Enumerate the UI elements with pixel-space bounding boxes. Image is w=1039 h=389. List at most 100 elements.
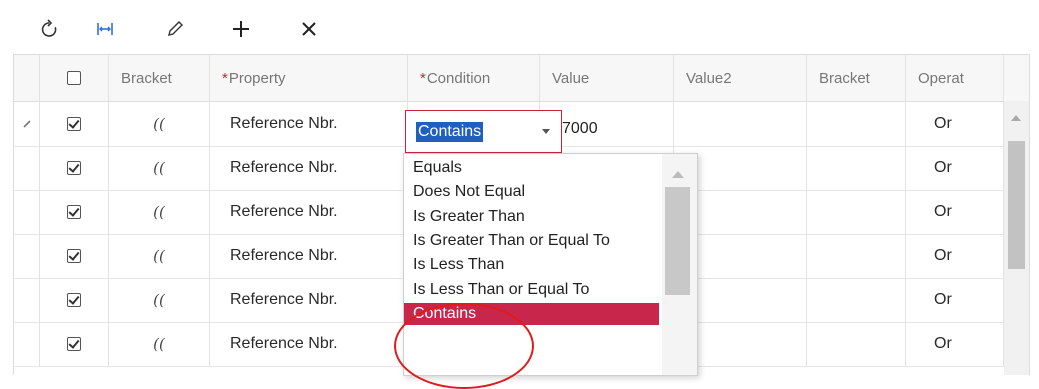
row-indicator xyxy=(14,146,40,190)
cell-bracket-text: (( xyxy=(153,159,165,177)
header-bracket-close[interactable]: Bracket xyxy=(807,55,906,101)
row-select-cell[interactable] xyxy=(40,322,109,366)
delete-icon xyxy=(302,22,316,36)
cell-operator-text: Or xyxy=(934,335,952,352)
scroll-up-icon[interactable] xyxy=(672,171,684,178)
cell-bracket-close[interactable] xyxy=(807,278,906,322)
cell-bracket-text: (( xyxy=(153,291,165,309)
row-select-cell[interactable] xyxy=(40,190,109,234)
refresh-button[interactable] xyxy=(32,12,66,46)
row-indicator xyxy=(14,278,40,322)
dropdown-option[interactable]: Contains xyxy=(404,302,659,325)
add-button[interactable] xyxy=(224,12,258,46)
toolbar xyxy=(0,0,1039,54)
cell-operator[interactable]: Or xyxy=(906,190,1004,234)
cell-property[interactable]: Reference Nbr. xyxy=(210,322,408,366)
header-operator-label: Operat xyxy=(918,69,964,87)
scroll-up-icon[interactable] xyxy=(1011,115,1021,121)
header-value2[interactable]: Value2 xyxy=(674,55,807,101)
row-select-cell[interactable] xyxy=(40,278,109,322)
add-icon xyxy=(233,21,249,37)
header-value[interactable]: Value xyxy=(540,55,674,101)
required-mark: * xyxy=(420,69,426,87)
cell-bracket[interactable]: (( xyxy=(109,234,210,278)
header-bracket[interactable]: Bracket xyxy=(109,55,210,101)
cell-bracket-text: (( xyxy=(153,247,165,265)
dropdown-option[interactable]: Equals xyxy=(404,157,659,179)
cell-operator-text: Or xyxy=(934,115,952,132)
cell-bracket-close[interactable] xyxy=(807,146,906,190)
header-property[interactable]: * Property xyxy=(210,55,408,101)
dropdown-option[interactable]: Is Greater Than xyxy=(404,206,659,228)
grid-scrollbar-thumb[interactable] xyxy=(1008,141,1025,269)
cell-bracket[interactable]: (( xyxy=(109,146,210,190)
header-bracket-close-label: Bracket xyxy=(819,69,870,87)
cell-operator[interactable]: Or xyxy=(906,146,1004,190)
condition-select[interactable]: Contains xyxy=(405,110,562,153)
delete-button[interactable] xyxy=(292,12,326,46)
cell-bracket-close[interactable] xyxy=(807,322,906,366)
row-indicator xyxy=(14,190,40,234)
edit-row-icon xyxy=(22,120,31,128)
grid-header: Bracket * Property * Condition Value Value… xyxy=(14,55,1029,102)
active-row-value[interactable]: 7000 xyxy=(562,120,598,138)
row-checkbox[interactable] xyxy=(67,117,81,131)
cell-property-text: Reference Nbr. xyxy=(230,247,338,264)
grid-scrollbar[interactable] xyxy=(1004,101,1029,375)
cell-property[interactable]: Reference Nbr. xyxy=(210,278,408,322)
row-select-cell[interactable] xyxy=(40,234,109,278)
cell-bracket[interactable]: (( xyxy=(109,322,210,366)
select-all-checkbox[interactable] xyxy=(67,71,81,85)
cell-bracket-close[interactable] xyxy=(807,190,906,234)
cell-bracket-text: (( xyxy=(153,335,165,353)
fit-columns-button[interactable] xyxy=(88,12,122,46)
header-operator[interactable]: Operat xyxy=(906,55,1004,101)
cell-operator[interactable]: Or xyxy=(906,102,1004,146)
cell-property-text: Reference Nbr. xyxy=(230,203,338,220)
required-mark: * xyxy=(222,69,228,87)
row-checkbox[interactable] xyxy=(67,205,81,219)
cell-bracket-close[interactable] xyxy=(807,234,906,278)
row-indicator xyxy=(14,322,40,366)
cell-operator-text: Or xyxy=(934,203,952,220)
row-indicator xyxy=(14,102,40,146)
cell-bracket-text: (( xyxy=(153,203,165,221)
row-checkbox[interactable] xyxy=(67,337,81,351)
cell-property-text: Reference Nbr. xyxy=(230,291,338,308)
cell-property-text: Reference Nbr. xyxy=(230,159,338,176)
cell-bracket[interactable]: (( xyxy=(109,102,210,146)
row-checkbox[interactable] xyxy=(67,293,81,307)
cell-bracket[interactable]: (( xyxy=(109,278,210,322)
header-value2-label: Value2 xyxy=(686,69,732,87)
cell-value2[interactable] xyxy=(674,102,807,146)
row-select-cell[interactable] xyxy=(40,146,109,190)
row-checkbox[interactable] xyxy=(67,249,81,263)
cell-property[interactable]: Reference Nbr. xyxy=(210,234,408,278)
dropdown-scrollbar-thumb[interactable] xyxy=(665,187,690,295)
dropdown-option[interactable]: Does Not Equal xyxy=(404,181,659,203)
edit-button[interactable] xyxy=(158,12,192,46)
dropdown-scrollbar[interactable] xyxy=(662,154,697,375)
header-row-indicator xyxy=(14,55,40,101)
cell-bracket[interactable]: (( xyxy=(109,190,210,234)
cell-bracket-text: (( xyxy=(153,115,165,133)
dropdown-option[interactable]: Is Less Than or Equal To xyxy=(404,279,659,301)
cell-property[interactable]: Reference Nbr. xyxy=(210,146,408,190)
cell-bracket-close[interactable] xyxy=(807,102,906,146)
dropdown-option[interactable]: Is Greater Than or Equal To xyxy=(404,230,659,252)
chevron-down-icon[interactable] xyxy=(542,129,550,134)
cell-operator[interactable]: Or xyxy=(906,322,1004,366)
cell-property[interactable]: Reference Nbr. xyxy=(210,190,408,234)
dropdown-option[interactable]: Is Less Than xyxy=(404,254,659,276)
row-checkbox[interactable] xyxy=(67,161,81,175)
condition-selected-value: Contains xyxy=(416,122,484,142)
cell-operator-text: Or xyxy=(934,247,952,264)
cell-operator[interactable]: Or xyxy=(906,234,1004,278)
cell-property[interactable]: Reference Nbr. xyxy=(210,102,408,146)
header-condition[interactable]: * Condition xyxy=(408,55,540,101)
cell-operator[interactable]: Or xyxy=(906,278,1004,322)
row-select-cell[interactable] xyxy=(40,102,109,146)
cell-property-text: Reference Nbr. xyxy=(230,115,338,132)
header-select-all[interactable] xyxy=(40,55,109,101)
header-value-label: Value xyxy=(552,69,590,87)
